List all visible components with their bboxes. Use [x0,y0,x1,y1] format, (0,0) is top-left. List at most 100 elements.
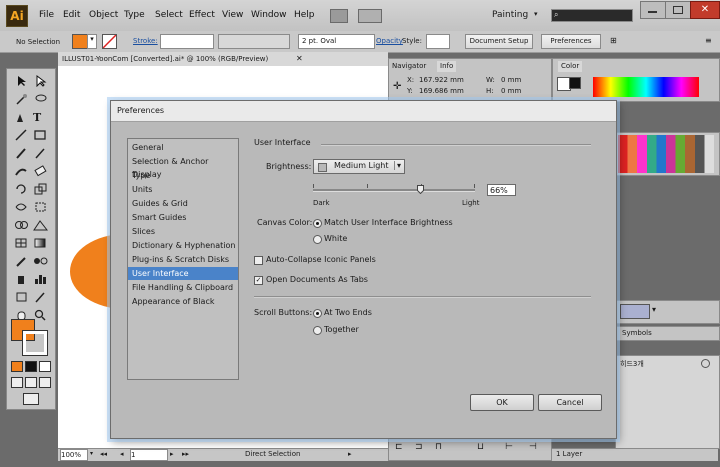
magic-wand-icon[interactable] [14,93,29,105]
category-units[interactable]: Units [128,183,238,196]
canvas-color-match-label[interactable]: Match User Interface Brightness [324,218,453,227]
scroll-two-ends-radio[interactable] [313,309,322,318]
category-dictionary-hyphenation[interactable]: Dictionary & Hyphenation [128,239,238,252]
close-icon[interactable]: ✕ [296,52,303,66]
paintbrush-tool-icon[interactable] [14,147,29,159]
scroll-together-label[interactable]: Together [324,325,359,334]
none-mode-button[interactable] [39,361,51,372]
zoom-field[interactable]: 100% [60,449,88,461]
align-left-icon[interactable]: ⊏ [395,442,403,452]
brightness-percent-field[interactable]: 66% [487,184,516,196]
stroke-profile-swatch[interactable] [620,304,650,319]
free-transform-icon[interactable] [33,201,48,213]
category-plugins-scratch-disks[interactable]: Plug-ins & Scratch Disks [128,253,238,266]
auto-collapse-label[interactable]: Auto-Collapse Iconic Panels [266,255,376,264]
width-tool-icon[interactable] [14,201,29,213]
brightness-dropdown[interactable]: Medium Light ▾ [313,159,405,174]
help-search-input[interactable]: ⌕ [551,9,633,22]
scale-tool-icon[interactable] [33,183,48,195]
swatch-grid[interactable] [618,135,714,173]
rectangle-tool-icon[interactable] [33,129,48,141]
category-general[interactable]: General [128,141,238,154]
pen-tool-icon[interactable] [14,111,29,123]
align-icon[interactable]: ⊞ [610,36,617,45]
category-user-interface[interactable]: User Interface [128,267,238,280]
canvas-color-white-label[interactable]: White [324,234,347,243]
next-artboard-icon[interactable]: ▸ [170,450,174,458]
lasso-tool-icon[interactable] [33,93,48,105]
artboard-number-field[interactable]: 1 [130,449,168,461]
slice-tool-icon[interactable] [33,291,48,303]
eyedropper-tool-icon[interactable] [14,255,29,267]
blob-brush-icon[interactable] [14,165,29,177]
align-center-icon[interactable]: ⊐ [415,442,423,452]
menu-window[interactable]: Window [251,10,287,20]
category-smart-guides[interactable]: Smart Guides [128,211,238,224]
align-right-icon[interactable]: ⊓ [435,442,442,452]
category-type[interactable]: Type [128,169,238,182]
scroll-two-ends-label[interactable]: At Two Ends [324,308,372,317]
opacity-label[interactable]: Opacity [376,37,403,45]
color-mode-button[interactable] [11,361,23,372]
zoom-tool-icon[interactable] [33,309,48,321]
rotate-tool-icon[interactable] [14,183,29,195]
stroke-swatch[interactable] [102,34,117,49]
brush-definition[interactable]: 2 pt. Oval [298,34,375,49]
type-tool-icon[interactable]: T [33,111,48,124]
workspace-switcher[interactable]: Painting [492,10,528,20]
maximize-button[interactable] [665,1,691,19]
menu-select[interactable]: Select [155,10,183,20]
document-tab[interactable]: ILLUST01-YoonCom [Converted].ai* @ 100% … [58,52,388,67]
tab-navigator[interactable]: Navigator [392,61,426,72]
direct-selection-tool-icon[interactable] [33,75,48,88]
line-tool-icon[interactable] [14,129,29,141]
layer-name[interactable]: 히드3개 [620,359,644,370]
color-stroke-swatch[interactable] [569,77,581,89]
draw-inside-button[interactable] [39,377,51,388]
close-icon[interactable]: ✕ [690,1,720,19]
stroke-label[interactable]: Stroke: [133,37,158,45]
tab-symbols[interactable]: Symbols [622,328,652,339]
tab-info[interactable]: Info [437,61,457,72]
ok-button[interactable]: OK [470,394,534,411]
fill-swatch[interactable] [72,34,88,49]
pencil-tool-icon[interactable] [33,147,48,159]
document-setup-button[interactable]: Document Setup [465,34,533,49]
canvas-color-match-radio[interactable] [313,219,322,228]
distribute-spacing-icon[interactable]: ⊢ [505,442,513,452]
last-artboard-icon[interactable]: ▸▸ [182,450,189,458]
layer-target-icon[interactable] [701,359,710,368]
mesh-tool-icon[interactable] [14,237,29,249]
open-as-tabs-label[interactable]: Open Documents As Tabs [266,275,368,284]
column-graph-tool-icon[interactable] [33,273,48,285]
menu-view[interactable]: View [222,10,243,20]
arrange-documents-icon[interactable] [358,9,382,23]
symbol-sprayer-icon[interactable] [14,273,29,285]
auto-collapse-checkbox[interactable] [254,256,263,265]
first-artboard-icon[interactable]: ◂◂ [100,450,107,458]
gradient-tool-icon[interactable] [33,237,48,249]
menu-file[interactable]: File [39,10,54,20]
chevron-down-icon[interactable]: ▾ [652,305,656,314]
menu-type[interactable]: Type [124,10,145,20]
fill-dropdown[interactable]: ▾ [87,34,97,49]
shape-builder-icon[interactable] [14,219,29,231]
chevron-down-icon[interactable]: ▾ [534,10,538,18]
chevron-down-icon[interactable]: ▾ [90,450,93,457]
open-as-tabs-checkbox[interactable]: ✓ [254,276,263,285]
gradient-mode-button[interactable] [25,361,37,372]
stroke-color-swatch[interactable] [22,330,48,356]
graphic-style-swatch[interactable] [426,34,450,49]
cancel-button[interactable]: Cancel [538,394,602,411]
category-guides-grid[interactable]: Guides & Grid [128,197,238,210]
screen-mode-button[interactable] [23,393,39,405]
canvas-color-white-radio[interactable] [313,235,322,244]
category-file-handling-clipboard[interactable]: File Handling & Clipboard [128,281,238,294]
brightness-slider-thumb[interactable] [417,185,424,195]
tab-color[interactable]: Color [558,61,583,72]
draw-behind-button[interactable] [25,377,37,388]
variable-width-profile[interactable] [218,34,290,49]
scroll-together-radio[interactable] [313,326,322,335]
menu-help[interactable]: Help [294,10,315,20]
eraser-tool-icon[interactable] [33,165,48,177]
